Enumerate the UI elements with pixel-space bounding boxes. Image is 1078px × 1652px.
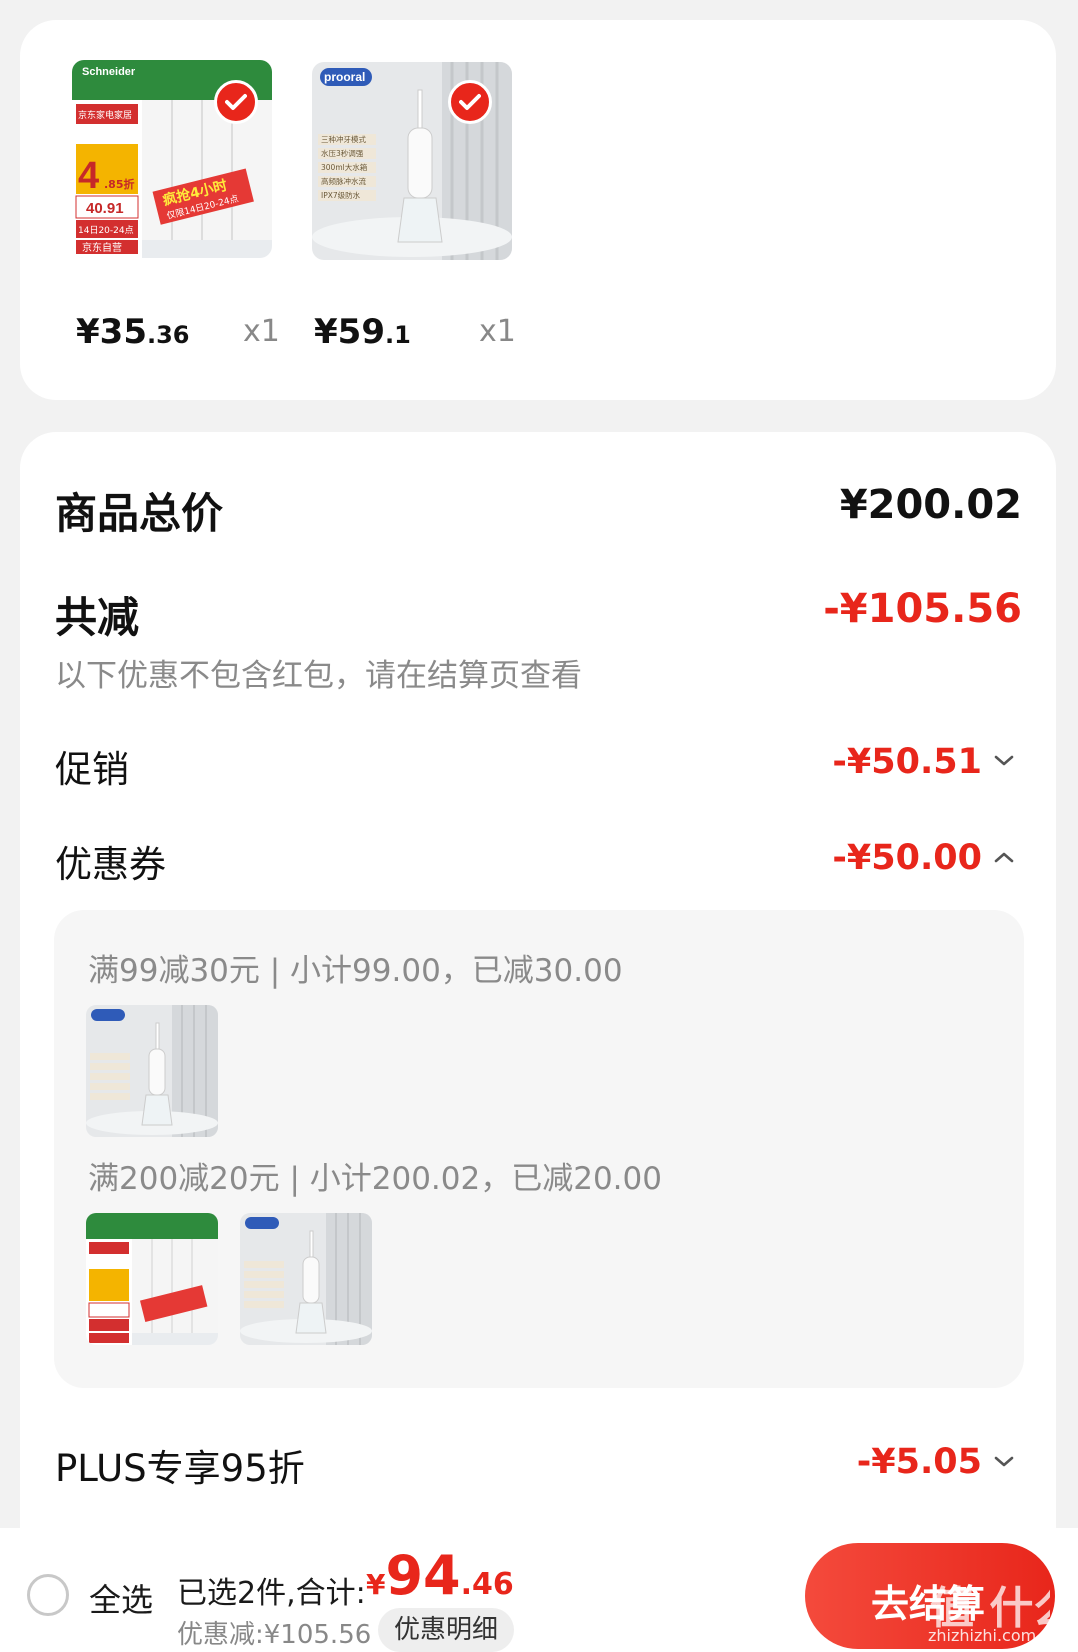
flosser-feature: 300ml大水箱 (321, 162, 368, 172)
item-price-dec: .1 (384, 321, 411, 349)
switch-promo-title: 京东家电家居 (78, 109, 132, 121)
total-reduction-value: -¥105.56 (823, 586, 1022, 632)
select-all-checkbox[interactable] (27, 1574, 69, 1616)
cart-total-int: 94 (385, 1544, 461, 1607)
discount-summary: 优惠减:¥105.56 (177, 1620, 372, 1650)
cart-total-symbol: ¥ (366, 1568, 386, 1601)
promotion-value: -¥50.51 (832, 742, 982, 782)
item-price-int: ¥35 (76, 312, 147, 352)
plus-discount-label: PLUS专享95折 (55, 1447, 305, 1490)
discount-detail-button[interactable]: 优惠明细 (378, 1608, 514, 1652)
item-checked-icon[interactable] (214, 80, 258, 124)
promotion-label: 促销 (55, 748, 129, 791)
coupon-product-flosser[interactable] (86, 1005, 218, 1137)
flosser-feature: IPX7级防水 (321, 190, 361, 200)
switch-time: 14日20-24点 (78, 225, 134, 236)
item-price-int: ¥59 (314, 312, 385, 352)
flosser-feature: 三种冲牙模式 (321, 134, 366, 144)
item-quantity: x1 (479, 314, 516, 349)
chevron-up-icon[interactable] (992, 845, 1016, 869)
switch-big-suffix: .85折 (104, 177, 135, 191)
item-price-dec: .36 (146, 321, 190, 349)
coupon-product-switch[interactable] (86, 1213, 218, 1345)
coupon-rule: 满200减20元 | 小计200.02，已减20.00 (88, 1161, 662, 1197)
chevron-down-icon[interactable] (992, 1450, 1016, 1474)
switch-big-number: 4 (78, 155, 99, 197)
coupon-product-flosser[interactable] (240, 1213, 372, 1345)
watermark-url: zhizhizhi.com (928, 1626, 1037, 1645)
coupon-label: 优惠券 (55, 843, 166, 886)
selected-summary-label: 已选2件,合计: (177, 1576, 366, 1611)
item-price: ¥59.1 (314, 312, 411, 352)
coupon-value: -¥50.00 (832, 838, 982, 878)
switch-price: 40.91 (86, 200, 124, 217)
switch-store: 京东自营 (82, 241, 122, 254)
item-quantity: x1 (243, 314, 280, 349)
flosser-brand: prooral (324, 70, 365, 84)
total-price-value: ¥200.02 (839, 482, 1022, 528)
flosser-feature: 水压3秒调强 (321, 148, 364, 158)
total-price-label: 商品总价 (55, 489, 224, 538)
cart-total: ¥94.46 (366, 1544, 514, 1607)
switch-brand: Schneider (82, 66, 136, 78)
reduction-note: 以下优惠不包含红包，请在结算页查看 (55, 658, 582, 694)
cart-total-dec: .46 (460, 1567, 514, 1602)
select-all-label[interactable]: 全选 (89, 1575, 153, 1621)
flosser-feature: 高频脉冲水流 (321, 176, 366, 186)
plus-discount-value: -¥5.05 (856, 1442, 982, 1482)
total-reduction-label: 共减 (55, 593, 140, 642)
item-checked-icon[interactable] (448, 80, 492, 124)
item-price: ¥35.36 (76, 312, 190, 352)
chevron-down-icon[interactable] (992, 749, 1016, 773)
coupon-rule: 满99减30元 | 小计99.00，已减30.00 (88, 953, 623, 989)
